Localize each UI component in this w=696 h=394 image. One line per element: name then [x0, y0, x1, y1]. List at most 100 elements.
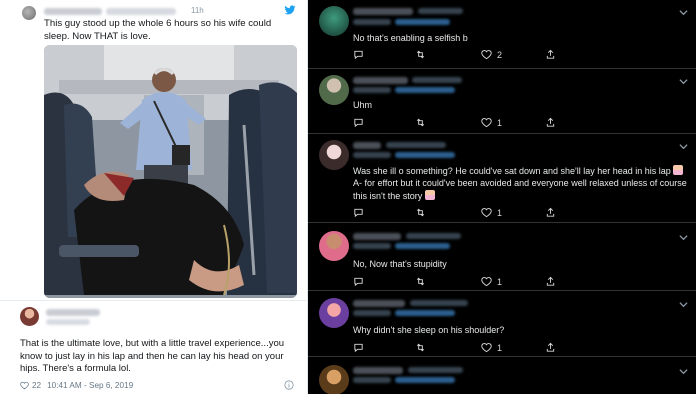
reply-item[interactable]: Was she ill o something? He could've sat… [308, 134, 696, 223]
replier-handle-redacted [46, 319, 90, 325]
chevron-down-icon[interactable] [679, 77, 688, 86]
chevron-down-icon[interactable] [679, 142, 688, 151]
heart-icon[interactable] [20, 381, 29, 390]
reply-item[interactable]: No, Now that's stupidity 1 [308, 223, 696, 291]
tweet-photo[interactable] [44, 45, 297, 298]
heart-icon [481, 343, 492, 353]
retweet-button[interactable] [415, 276, 426, 287]
heart-icon [481, 50, 492, 60]
share-icon [546, 276, 555, 286]
reply-item[interactable]: No that's enabling a selfish b 2 [308, 0, 696, 69]
share-button[interactable] [545, 276, 556, 287]
like-button[interactable]: 1 [481, 342, 502, 353]
reply-name-redacted [353, 8, 413, 15]
reply-item[interactable] [308, 357, 696, 394]
comment-button[interactable] [353, 207, 364, 218]
reply-actions: 1 [353, 207, 573, 219]
reply-to-label-redacted [353, 243, 391, 249]
reply-handle-redacted [412, 77, 462, 83]
chevron-down-icon[interactable] [679, 367, 688, 376]
reply-text-part2: A- for effort but it could've been avoid… [353, 178, 687, 201]
reply-handle-redacted [406, 233, 461, 239]
like-button[interactable]: 1 [481, 117, 502, 128]
reply-avatar[interactable] [319, 298, 349, 328]
retweet-button[interactable] [415, 207, 426, 218]
author-avatar[interactable] [22, 6, 36, 20]
like-count: 1 [497, 342, 503, 353]
retweet-button[interactable] [415, 117, 426, 128]
reply-avatar[interactable] [319, 231, 349, 261]
heart-icon [481, 208, 492, 218]
share-button[interactable] [545, 342, 556, 353]
reply-avatar[interactable] [319, 6, 349, 36]
like-button[interactable]: 1 [481, 276, 502, 287]
reply-to-label-redacted [353, 310, 391, 316]
share-icon [546, 207, 555, 217]
comment-button[interactable] [353, 117, 364, 128]
reply-to-label-redacted [353, 377, 391, 383]
replier-avatar[interactable] [20, 307, 39, 326]
reply-to-handle-redacted [395, 19, 450, 25]
reply-avatar[interactable] [319, 140, 349, 170]
retweet-icon [416, 50, 425, 59]
share-icon [546, 49, 555, 59]
share-button[interactable] [545, 49, 556, 60]
reply-name-redacted [353, 367, 403, 374]
reply-to-handle-redacted [395, 243, 450, 249]
comment-button[interactable] [353, 276, 364, 287]
chevron-down-icon[interactable] [679, 300, 688, 309]
chevron-down-icon[interactable] [679, 8, 688, 17]
reply-text: Was she ill o something? He could've sat… [353, 165, 688, 202]
reply-text: No that's enabling a selfish b [353, 33, 468, 43]
retweet-icon [416, 343, 425, 352]
reply-handle-redacted [386, 142, 446, 148]
share-icon [546, 342, 555, 352]
reply-handle-redacted [408, 367, 463, 373]
reply-actions: 1 [353, 342, 573, 354]
tweet-time[interactable]: 11h [191, 6, 204, 15]
reply-meta: 22 10:41 AM - Sep 6, 2019 [20, 380, 300, 390]
like-count: 1 [497, 207, 503, 218]
heart-icon [481, 118, 492, 128]
reply-actions: 1 [353, 276, 573, 288]
reply-name-redacted [353, 77, 408, 84]
comment-icon [354, 208, 363, 218]
comment-button[interactable] [353, 342, 364, 353]
share-button[interactable] [545, 117, 556, 128]
twitter-bird-icon [284, 5, 296, 15]
reply-text: Uhm [353, 100, 373, 110]
retweet-icon [416, 208, 425, 217]
like-button[interactable]: 1 [481, 207, 502, 218]
emoji-icon [673, 165, 684, 175]
reply-to-label-redacted [353, 152, 391, 158]
author-name-redacted [44, 8, 102, 15]
reply-actions: 2 [353, 49, 573, 61]
like-count: 1 [497, 117, 503, 128]
reply-text: Why didn't she sleep on his shoulder? [353, 325, 505, 335]
retweet-icon [416, 277, 425, 286]
divider [0, 300, 307, 301]
share-button[interactable] [545, 207, 556, 218]
reply-item[interactable]: Uhm 1 [308, 69, 696, 134]
retweet-button[interactable] [415, 342, 426, 353]
reply-to-handle-redacted [395, 310, 455, 316]
reply-item[interactable]: Why didn't she sleep on his shoulder? 1 [308, 291, 696, 357]
comment-icon [354, 118, 363, 128]
comment-button[interactable] [353, 49, 364, 60]
retweet-button[interactable] [415, 49, 426, 60]
like-button[interactable]: 2 [481, 49, 502, 60]
reply-to-handle-redacted [395, 377, 455, 383]
reply-text: That is the ultimate love, but with a li… [20, 338, 285, 375]
chevron-down-icon[interactable] [679, 233, 688, 242]
reply-to-handle-redacted [395, 87, 455, 93]
info-icon[interactable] [284, 380, 294, 390]
reply-avatar[interactable] [319, 75, 349, 105]
replies-panel: No that's enabling a selfish b 2 Uhm 1 W… [308, 0, 696, 394]
replier-name-redacted [46, 309, 100, 316]
like-count: 1 [497, 276, 503, 287]
reply-avatar[interactable] [319, 365, 349, 394]
like-count: 22 [32, 381, 42, 390]
tweet-text: This guy stood up the whole 6 hours so h… [44, 18, 272, 42]
reply-timestamp[interactable]: 10:41 AM - Sep 6, 2019 [47, 381, 133, 390]
reply-name-redacted [353, 233, 401, 240]
